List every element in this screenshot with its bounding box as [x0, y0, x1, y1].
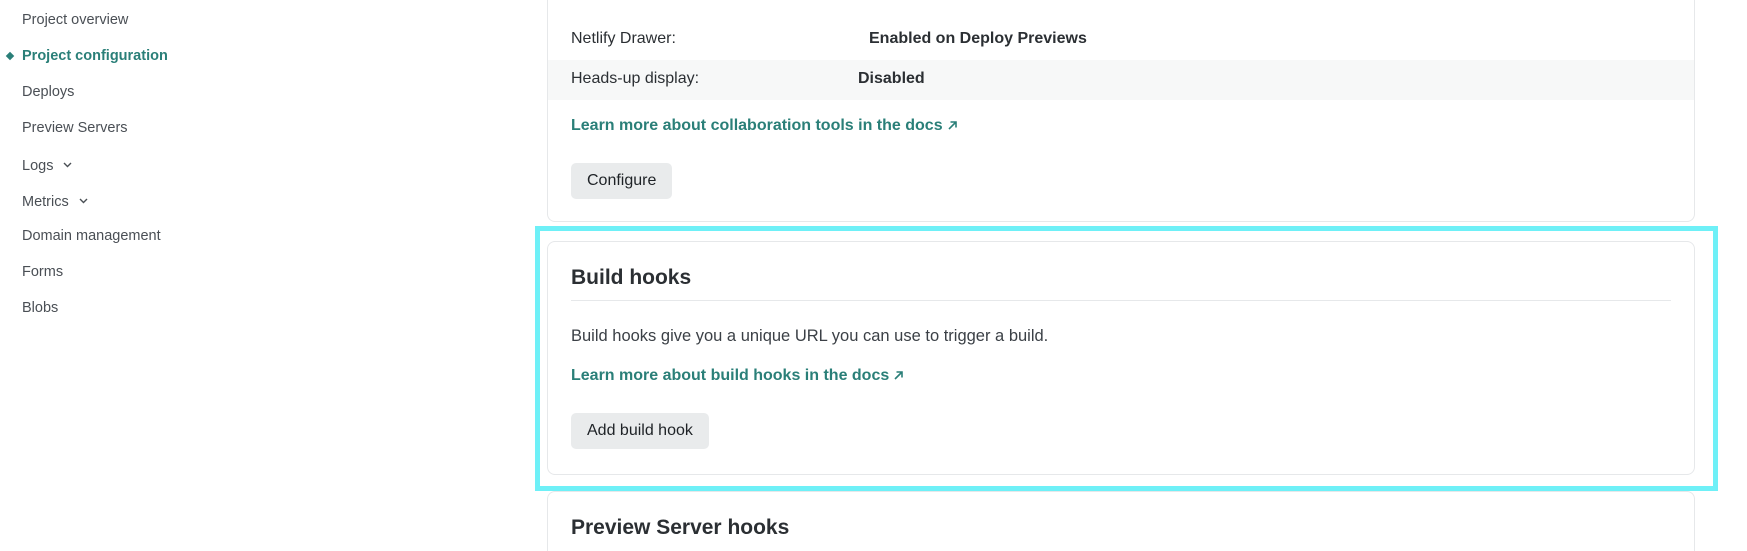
sidebar-item-label: Blobs	[22, 300, 59, 316]
external-link-arrow-icon	[947, 118, 958, 136]
sidebar-item-label: Project overview	[22, 12, 129, 28]
add-build-hook-button[interactable]: Add build hook	[571, 413, 709, 449]
netlify-drawer-row: Netlify Drawer: Enabled on Deploy Previe…	[548, 20, 1694, 60]
sidebar-item-domain-management[interactable]: Domain management	[22, 226, 161, 246]
sidebar-item-metrics[interactable]: Metrics	[22, 190, 88, 210]
chevron-down-icon	[63, 154, 72, 174]
sidebar-item-label: Deploys	[22, 84, 75, 100]
configure-button[interactable]: Configure	[571, 163, 673, 199]
external-link-arrow-icon	[893, 368, 904, 386]
heads-up-display-row: Heads-up display: Disabled	[548, 60, 1694, 100]
build-hooks-title: Build hooks	[571, 266, 692, 289]
chevron-down-icon	[79, 190, 88, 210]
netlify-drawer-label: Netlify Drawer:	[571, 30, 676, 47]
build-hooks-description: Build hooks give you a unique URL you ca…	[571, 327, 1049, 345]
sidebar-item-label: Domain management	[22, 228, 161, 244]
netlify-drawer-value: Enabled on Deploy Previews	[869, 30, 1087, 47]
sidebar-item-project-configuration[interactable]: Project configuration	[5, 46, 168, 66]
collaboration-docs-link[interactable]: Learn more about collaboration tools in …	[571, 117, 958, 136]
sidebar-item-logs[interactable]: Logs	[22, 154, 72, 174]
sidebar-item-preview-servers[interactable]: Preview Servers	[22, 118, 128, 138]
sidebar-item-label: Metrics	[22, 194, 69, 210]
active-diamond-icon	[5, 51, 15, 61]
heads-up-display-label: Heads-up display:	[571, 70, 700, 87]
sidebar: Project overview Project configuration D…	[0, 0, 300, 538]
build-hooks-docs-link[interactable]: Learn more about build hooks in the docs	[571, 367, 904, 386]
sidebar-item-label: Forms	[22, 264, 64, 280]
sidebar-item-deploys[interactable]: Deploys	[22, 82, 74, 102]
sidebar-item-label: Preview Servers	[22, 120, 128, 136]
sidebar-item-project-overview[interactable]: Project overview	[22, 10, 128, 30]
sidebar-item-forms[interactable]: Forms	[22, 262, 63, 282]
sidebar-item-blobs[interactable]: Blobs	[22, 298, 58, 318]
build-hooks-docs-link-label: Learn more about build hooks in the docs	[571, 367, 890, 384]
sidebar-item-label: Logs	[22, 158, 54, 174]
collaboration-docs-link-label: Learn more about collaboration tools in …	[571, 117, 943, 134]
build-hooks-divider	[571, 300, 1671, 301]
preview-server-hooks-title: Preview Server hooks	[571, 516, 790, 539]
heads-up-display-value: Disabled	[858, 70, 925, 87]
sidebar-item-label: Project configuration	[22, 48, 168, 64]
build-hooks-card	[547, 241, 1695, 475]
